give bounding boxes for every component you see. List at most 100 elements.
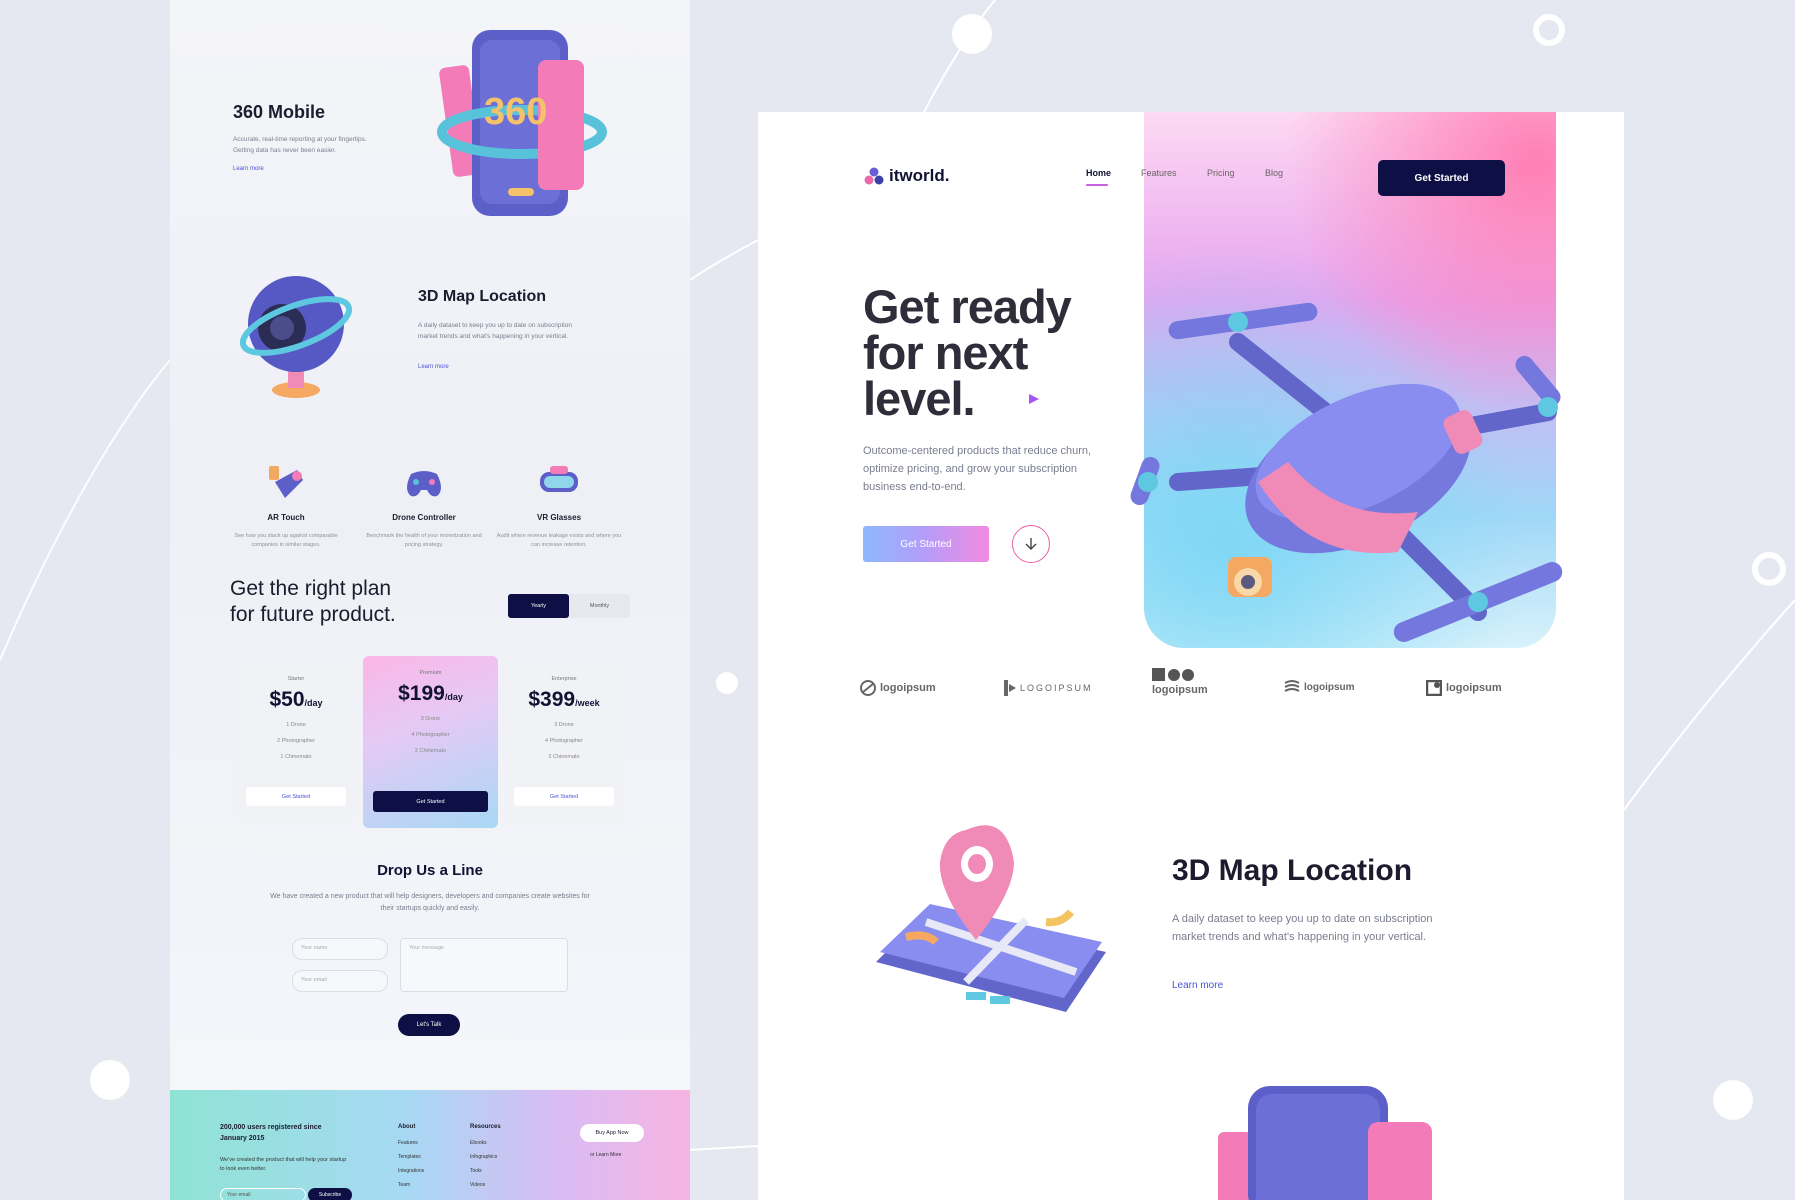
gamepad-icon [407,471,441,497]
footer-desc: We've created the product that will help… [220,1157,347,1172]
footer-link[interactable]: Templates [398,1154,424,1160]
footer-learn-more-link[interactable]: or Learn More [590,1152,621,1158]
pricing-heading: Get the right plan for future product. [230,576,396,628]
pricing-heading-line1: Get the right plan [230,577,392,600]
toggle-monthly[interactable]: Monthly [569,594,630,618]
price-feature: 1 Drone [286,722,306,728]
buy-app-button[interactable]: Buy App Now [580,1124,644,1142]
footer-link[interactable]: Tools [470,1168,501,1174]
feature-map-learn-more-link[interactable]: Learn more [418,364,449,370]
vr-glasses-icon [540,466,578,492]
logo-bars-icon [1004,680,1016,696]
contact-name-input[interactable]: Your name [292,938,388,960]
nav-blog[interactable]: Blog [1265,168,1283,178]
contact-title: Drop Us a Line [377,862,483,879]
footer-link[interactable]: Features [398,1140,424,1146]
billing-toggle[interactable]: Yearly Monthly [508,594,630,618]
mini-card-title: Drone Controller [392,513,456,522]
price-amount: $199/day [398,682,463,705]
nav-home[interactable]: Home [1086,168,1111,178]
price-feature: 2 Photographer [277,738,315,744]
hero-get-started-button[interactable]: Get Started [863,526,989,562]
brand-logo[interactable]: itworld. [864,166,949,186]
left-landing-preview: 360 Mobile Accurate, real-time reporting… [170,0,690,1200]
mini-card-desc: See how you stack up against comparable … [234,533,338,548]
mini-card-drone-controller: Drone Controller Benchmark the health of… [359,462,489,550]
footer-col-heading: About [398,1124,416,1130]
arrow-down-icon [1025,538,1037,550]
footer-col-about: About Features Templates Integrations Te… [398,1124,424,1196]
price-amount: $50/day [269,688,323,711]
scroll-down-button[interactable] [1012,525,1050,563]
price-tier: Starter [287,676,305,682]
feature-360-title: 360 Mobile [233,102,326,122]
footer-subscribe-button[interactable]: Subscribe [308,1188,352,1200]
mini-card-title: VR Glasses [536,513,582,522]
brand-mark-icon [864,167,884,185]
ar-touch-icon [269,466,303,498]
price-feature: 2 Chinemato [548,754,580,760]
starter-get-started-button[interactable]: Get Started [246,787,346,806]
phone-preview-illustration [1218,1086,1432,1200]
enterprise-get-started-button[interactable]: Get Started [514,787,614,806]
mini-card-title: AR Touch [267,513,305,522]
phone-badge-text: 360 [484,91,547,133]
hero-line-1: Get ready [863,280,1072,333]
logo-waves-icon [1284,680,1300,692]
logo-square-icon [1426,680,1442,696]
footer-headline: 200,000 users registered since January 2… [220,1124,322,1142]
hero-line-2: for next [863,326,1028,379]
partner-logo-5: logoipsum [1426,680,1502,696]
phone-360-illustration: 360 [437,30,607,216]
camera-globe-illustration [239,276,353,398]
feature-360-learn-more-link[interactable]: Learn more [233,166,264,172]
map-learn-more-link[interactable]: Learn more [1172,980,1223,991]
price-feature: 4 Photographer [545,738,583,744]
premium-get-started-button[interactable]: Get Started [373,791,488,812]
contact-desc: We have created a new product that will … [270,893,590,912]
partner-logo-2: LOGOIPSUM [1004,680,1093,696]
price-card-starter: Starter $50/day 1 Drone 2 Photographer 1… [236,662,356,822]
feature-map-title: 3D Map Location [418,288,547,305]
contact-message-textarea[interactable]: Your message [400,938,568,992]
footer-link[interactable]: Videos [470,1182,501,1188]
footer-email-input[interactable]: Your email [220,1188,306,1200]
pricing-heading-line2: for future product. [230,603,396,626]
partner-logo-4: logoipsum [1284,680,1355,694]
logo-circle-icon [860,680,876,696]
mini-card-desc: Audit where revenue leakage exists and w… [496,533,622,548]
header-get-started-button[interactable]: Get Started [1378,160,1505,196]
price-card-premium: Premium $199/day 3 Drone 4 Photographer … [363,656,498,828]
toggle-yearly[interactable]: Yearly [508,594,569,618]
mini-card-vr-glasses: VR Glasses Audit where revenue leakage e… [494,462,624,550]
mini-card-desc: Benchmark the health of your monetizatio… [366,533,482,548]
footer-link[interactable]: Ebooks [470,1140,501,1146]
map-section-title: 3D Map Location [1172,854,1413,887]
partner-logo-1: logoipsum [860,680,936,696]
price-feature: 1 Chinemato [280,754,312,760]
arrow-right-icon [980,394,1039,404]
contact-email-input[interactable]: Your email [292,970,388,992]
feature-360-desc: Accurate, real-time reporting at your fi… [233,136,367,154]
footer-link[interactable]: Team [398,1182,424,1188]
nav-features[interactable]: Features [1141,168,1177,178]
lets-talk-button[interactable]: Let's Talk [398,1014,460,1036]
footer-link[interactable]: Infographics [470,1154,501,1160]
right-landing-preview: itworld. Home Features Pricing Blog Get … [758,112,1624,1200]
price-tier: Premium [419,670,442,676]
left-footer: 200,000 users registered since January 2… [170,1090,690,1200]
nav-active-indicator [1086,184,1108,186]
brand-name: itworld. [889,166,950,185]
price-feature: 3 Drone [420,716,441,722]
logo-shapes-icon [1152,668,1194,681]
footer-link[interactable]: Integrations [398,1168,424,1174]
map-section-desc: A daily dataset to keep you up to date o… [1172,913,1433,943]
price-feature: 4 Photographer [411,732,450,738]
footer-col-resources: Resources Ebooks Infographics Tools Vide… [470,1124,501,1196]
price-card-enterprise: Enterprise $399/week 3 Drone 4 Photograp… [504,662,624,822]
price-feature: 3 Drone [554,722,574,728]
hero-line-3: level. [863,375,1071,422]
partner-logo-3: logoipsum [1152,668,1208,696]
price-amount: $399/week [528,688,600,711]
nav-pricing[interactable]: Pricing [1207,168,1235,178]
